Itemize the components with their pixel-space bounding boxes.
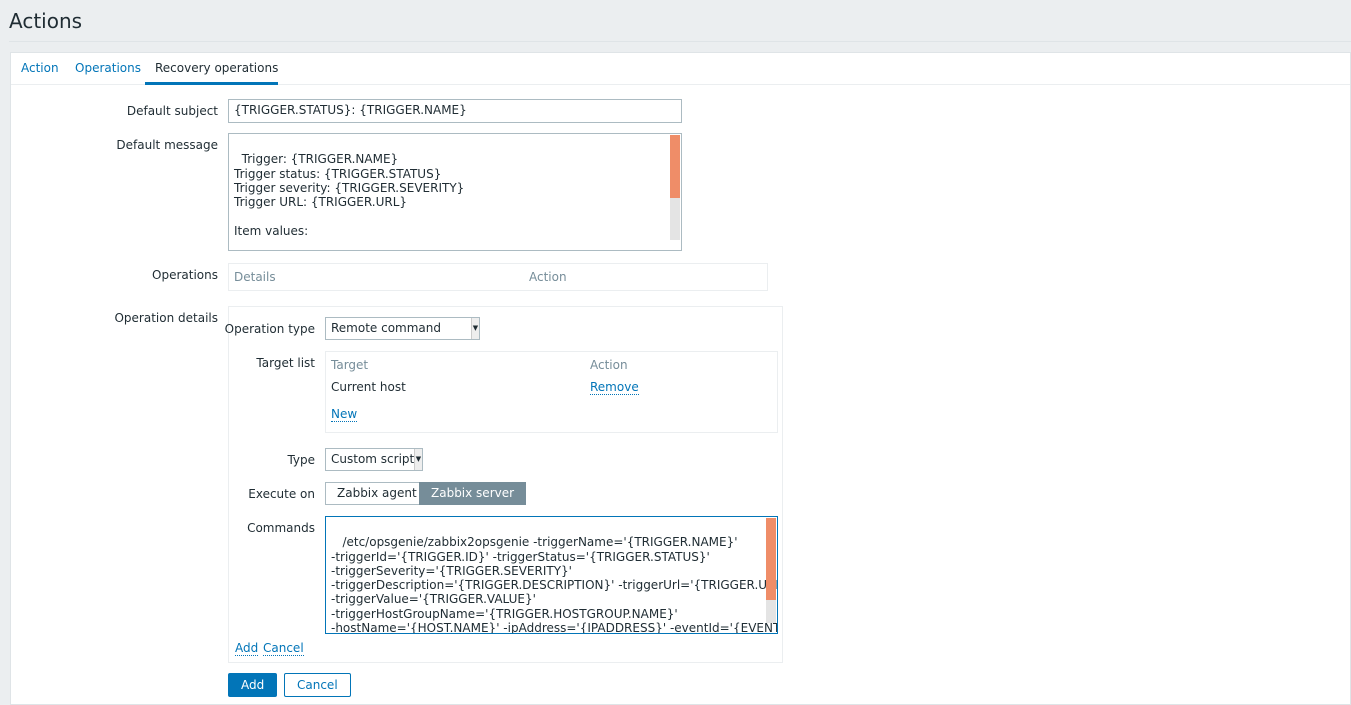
tab-recovery-operations[interactable]: Recovery operations [155, 61, 278, 75]
operation-type-value: Remote command [331, 321, 442, 335]
remove-target-link[interactable]: Remove [590, 380, 639, 395]
target-header: Target [331, 358, 369, 372]
detail-cancel-link[interactable]: Cancel [263, 641, 304, 656]
commands-text: /etc/opsgenie/zabbix2opsgenie -triggerNa… [331, 535, 778, 634]
commands-label: Commands [247, 521, 315, 535]
scrollbar[interactable] [766, 518, 776, 623]
default-subject-label: Default subject [126, 104, 218, 118]
execute-on-zabbix-agent[interactable]: Zabbix agent [325, 482, 429, 505]
default-message-textarea[interactable]: Trigger: {TRIGGER.NAME} Trigger status: … [228, 133, 682, 251]
tab-action[interactable]: Action [21, 61, 59, 75]
tab-operations[interactable]: Operations [75, 61, 141, 75]
dropdown-arrow-icon: ▼ [414, 449, 422, 470]
new-target-link[interactable]: New [331, 407, 358, 422]
action-form-panel: Action Operations Recovery operations De… [10, 52, 1351, 705]
type-label: Type [287, 453, 315, 467]
detail-add-link[interactable]: Add [235, 641, 259, 656]
execute-on-zabbix-server[interactable]: Zabbix server [419, 482, 527, 505]
operation-type-label: Operation type [224, 322, 315, 336]
operations-table: Details Action [228, 263, 768, 291]
scrollbar[interactable] [670, 135, 680, 240]
cancel-button[interactable]: Cancel [284, 673, 351, 697]
target-list-table: Target Action Current host Remove New [325, 351, 778, 433]
execute-on-label: Execute on [248, 487, 315, 501]
tab-bar: Action Operations Recovery operations [11, 53, 1350, 85]
default-subject-input[interactable]: {TRIGGER.STATUS}: {TRIGGER.NAME} [228, 99, 682, 123]
page-title: Actions [9, 9, 83, 33]
target-name: Current host [331, 380, 406, 394]
operation-details-box: Operation type Remote command ▼ Target li… [225, 306, 783, 663]
target-action-header: Action [590, 358, 628, 372]
default-message-text: Trigger: {TRIGGER.NAME} Trigger status: … [234, 152, 465, 238]
divider [9, 41, 1351, 42]
add-button[interactable]: Add [228, 673, 278, 697]
action-header: Action [529, 270, 567, 284]
commands-textarea[interactable]: /etc/opsgenie/zabbix2opsgenie -triggerNa… [325, 516, 778, 634]
dropdown-arrow-icon: ▼ [471, 318, 479, 339]
active-tab-indicator [145, 82, 278, 85]
default-message-label: Default message [116, 138, 218, 152]
operation-type-select[interactable]: Remote command ▼ [325, 317, 480, 340]
operations-label: Operations [152, 268, 218, 282]
target-list-label: Target list [256, 356, 315, 370]
details-header: Details [234, 270, 276, 284]
type-value: Custom script [331, 452, 415, 466]
type-select[interactable]: Custom script ▼ [325, 448, 423, 471]
